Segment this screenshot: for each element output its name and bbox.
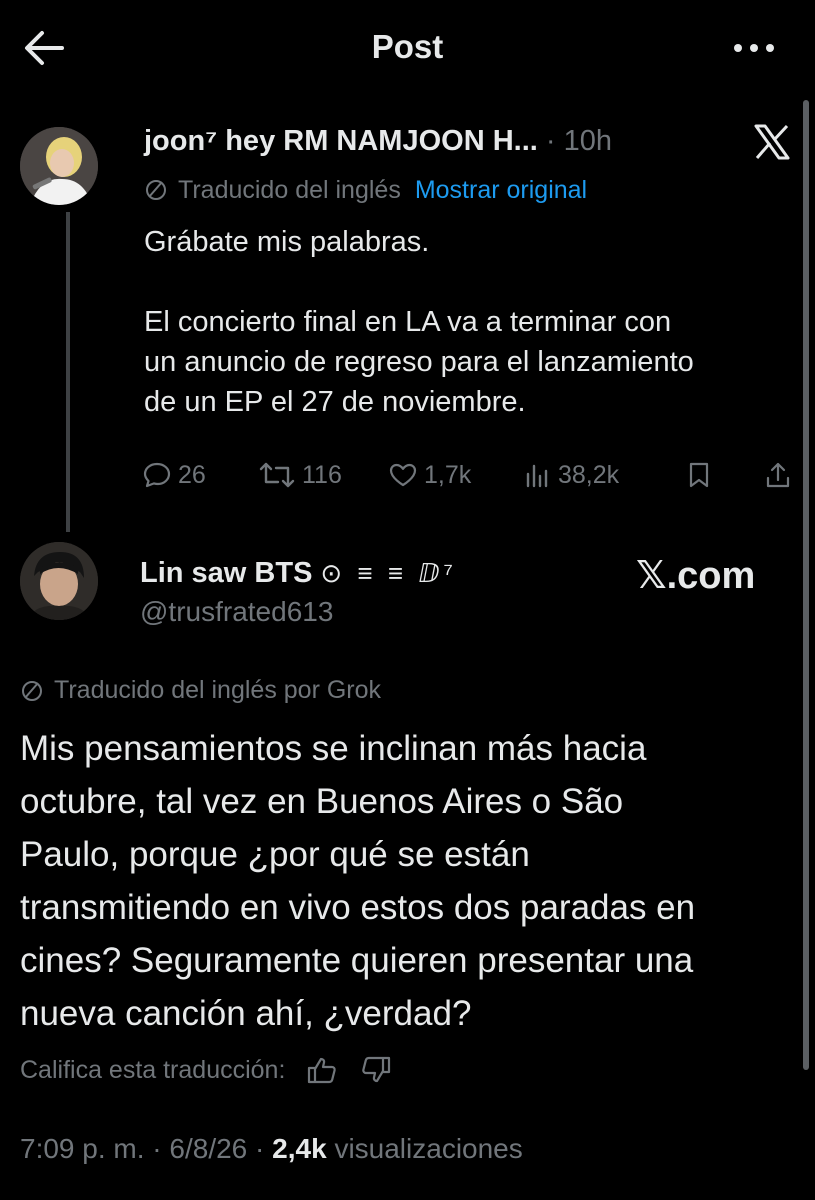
repost-icon (259, 462, 295, 488)
main-display-name[interactable]: Lin saw BTS (140, 555, 312, 591)
parent-display-name[interactable]: joon⁷ hey RM NAMJOON H... (144, 125, 538, 157)
main-tweet-text: Mis pensamientos se inclinan más hacia o… (20, 729, 696, 1033)
action-bar: 26 116 1,7k 38,2k (140, 458, 800, 498)
views-button[interactable]: 38,2k (524, 460, 619, 490)
more-options-icon[interactable] (728, 36, 780, 60)
like-button[interactable]: 1,7k (388, 460, 471, 490)
main-handle[interactable]: @trusfrated613 (140, 596, 333, 628)
x-com-watermark: 𝕏.com (636, 555, 756, 597)
avatar[interactable] (20, 542, 98, 620)
translation-notice: Traducido del inglés por Grok (20, 676, 381, 705)
parent-timestamp[interactable]: 10h (564, 125, 612, 157)
views-icon (526, 464, 548, 488)
translation-label: Traducido del inglés por Grok (54, 676, 382, 704)
post-metadata: 7:09 p. m. · 6/8/26 · 2,4k visualizacion… (20, 1133, 523, 1164)
translation-notice: Traducido del inglés Mostrar original (144, 174, 587, 206)
views-count: 38,2k (558, 460, 620, 489)
translate-icon (22, 680, 42, 701)
x-logo-icon (752, 124, 792, 160)
parent-tweet-text: Grábate mis palabras. El concierto final… (144, 222, 804, 422)
post-time: 7:09 p. m. (20, 1133, 145, 1164)
bookmark-button[interactable] (686, 460, 718, 490)
views-total: 2,4k (272, 1133, 327, 1164)
time-separator: · (545, 125, 556, 157)
rate-label: Califica esta traducción: (20, 1055, 286, 1084)
main-tweet-header: Lin saw BTS ⊙ ≡ ≡ ⅅ⁷ (140, 555, 457, 591)
bookmark-icon (689, 462, 709, 488)
rate-translation: Califica esta traducción: (20, 1055, 393, 1085)
translation-label: Traducido del inglés (178, 176, 401, 204)
show-original-link[interactable]: Mostrar original (415, 174, 587, 206)
parent-text-line: Grábate mis palabras. (144, 226, 430, 258)
thumbs-up-icon[interactable] (305, 1055, 339, 1085)
heart-icon (389, 463, 417, 487)
avatar[interactable] (20, 127, 98, 205)
repost-count: 116 (302, 460, 342, 489)
translate-icon (146, 180, 166, 200)
views-label: visualizaciones (334, 1133, 523, 1164)
like-count: 1,7k (424, 460, 472, 489)
name-badges: ⊙ ≡ ≡ ⅅ⁷ (320, 558, 457, 588)
post-date: 6/8/26 (169, 1133, 248, 1164)
thread-line (66, 212, 70, 532)
reply-button[interactable]: 26 (142, 460, 206, 490)
thumbs-down-icon[interactable] (359, 1055, 393, 1085)
parent-text-paragraph: El concierto final en LA va a terminar c… (144, 306, 694, 418)
parent-tweet-header: joon⁷ hey RM NAMJOON H... · 10h (144, 124, 612, 158)
reply-icon (143, 462, 171, 488)
share-button[interactable] (764, 460, 798, 490)
page-title: Post (371, 28, 444, 65)
reply-count: 26 (178, 460, 206, 489)
repost-button[interactable]: 116 (258, 460, 342, 490)
share-icon (766, 462, 790, 488)
